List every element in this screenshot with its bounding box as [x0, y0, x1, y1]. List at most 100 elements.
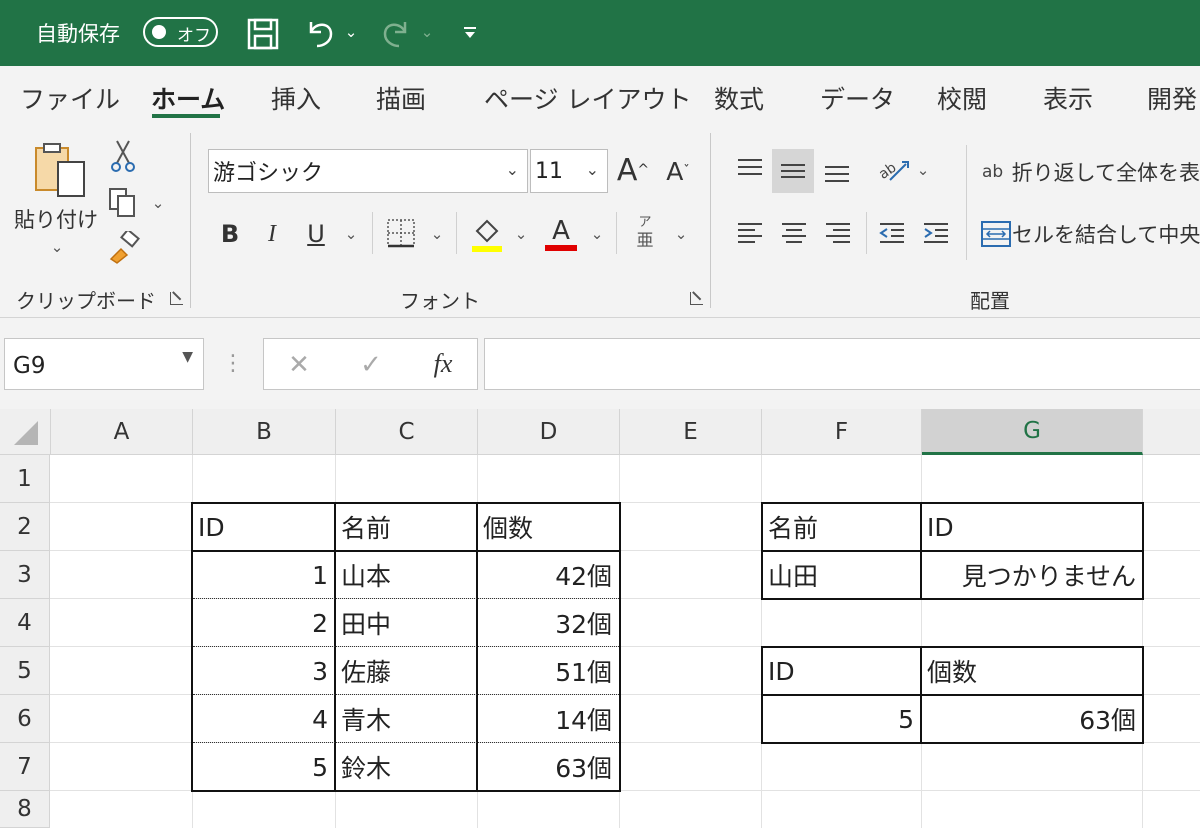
italic-button[interactable]: I	[256, 216, 288, 252]
row-header-6[interactable]: 6	[0, 695, 50, 743]
column-header-g[interactable]: G	[922, 409, 1143, 455]
row-header-7[interactable]: 7	[0, 743, 50, 791]
format-painter-icon[interactable]	[106, 230, 142, 266]
font-dialog-launcher-icon[interactable]	[690, 292, 703, 305]
lookup1-cell-result[interactable]: 見つかりません	[922, 552, 1142, 598]
align-right-icon[interactable]	[820, 214, 856, 252]
table1-cell-id[interactable]: 3	[193, 648, 334, 694]
tab-insert[interactable]: 挿入	[271, 80, 321, 116]
select-all-corner[interactable]	[0, 409, 51, 455]
row-header-3[interactable]: 3	[0, 551, 50, 599]
table1-cell-id[interactable]: 4	[193, 696, 334, 742]
chevron-down-icon[interactable]: ▼	[182, 349, 193, 365]
column-header-f[interactable]: F	[762, 409, 922, 455]
font-size-combo[interactable]: 11 ⌄	[530, 149, 608, 193]
table1-cell-count[interactable]: 42個	[478, 552, 618, 598]
phonetic-dropdown-icon[interactable]: ⌄	[672, 222, 690, 246]
table1-cell-count[interactable]: 63個	[478, 744, 618, 790]
enter-icon[interactable]: ✓	[354, 349, 388, 381]
tab-view[interactable]: 表示	[1043, 80, 1093, 116]
font-name-combo[interactable]: 游ゴシック ⌄	[208, 149, 528, 193]
column-header-e[interactable]: E	[620, 409, 762, 455]
align-center-icon[interactable]	[776, 214, 812, 252]
borders-icon[interactable]	[384, 216, 418, 250]
undo-icon[interactable]	[302, 14, 338, 52]
formula-input[interactable]	[484, 338, 1200, 390]
orientation-icon[interactable]: ab	[874, 150, 912, 190]
row-header-8[interactable]: 8	[0, 791, 50, 828]
lookup2-header-count[interactable]: 個数	[922, 648, 1142, 694]
borders-dropdown-icon[interactable]: ⌄	[428, 222, 446, 246]
name-box[interactable]: G9 ▼	[4, 338, 204, 390]
tab-home[interactable]: ホーム	[151, 80, 225, 116]
copy-icon[interactable]	[106, 185, 140, 221]
row-header-5[interactable]: 5	[0, 647, 50, 695]
column-header-a[interactable]: A	[51, 409, 193, 455]
save-icon[interactable]	[244, 15, 282, 53]
lookup2-header-id[interactable]: ID	[763, 648, 920, 694]
decrease-indent-icon[interactable]	[874, 214, 910, 252]
tab-draw[interactable]: 描画	[376, 80, 426, 116]
tab-page-layout[interactable]: ページ レイアウト	[484, 80, 691, 116]
lookup1-header-name[interactable]: 名前	[763, 504, 920, 550]
table1-cell-id[interactable]: 2	[193, 600, 334, 646]
undo-dropdown-icon[interactable]: ⌄	[342, 20, 360, 44]
orientation-dropdown-icon[interactable]: ⌄	[914, 158, 932, 182]
row-header-2[interactable]: 2	[0, 503, 50, 551]
table1-cell-count[interactable]: 32個	[478, 600, 618, 646]
increase-font-size-icon[interactable]: A ^	[614, 150, 652, 190]
align-left-icon[interactable]	[732, 214, 768, 252]
top-align-icon[interactable]	[732, 150, 768, 190]
paste-button-label[interactable]: 貼り付け	[12, 205, 100, 233]
customize-toolbar-icon[interactable]	[458, 18, 482, 48]
bold-button[interactable]: B	[214, 216, 246, 252]
table1-cell-count[interactable]: 14個	[478, 696, 618, 742]
table1-header-id[interactable]: ID	[193, 504, 334, 550]
table1-cell-name[interactable]: 青木	[336, 696, 476, 742]
clipboard-dialog-launcher-icon[interactable]	[170, 292, 183, 305]
tab-developer[interactable]: 開発	[1147, 80, 1197, 116]
fill-color-dropdown-icon[interactable]: ⌄	[512, 222, 530, 246]
table1-header-name[interactable]: 名前	[336, 504, 476, 550]
lookup2-cell-id[interactable]: 5	[763, 696, 920, 742]
decrease-font-size-icon[interactable]: Aˇ	[660, 152, 696, 190]
lookup2-cell-count[interactable]: 63個	[922, 696, 1142, 742]
underline-button[interactable]: U	[300, 216, 332, 252]
bottom-align-icon[interactable]	[818, 150, 856, 190]
table1-cell-id[interactable]: 1	[193, 552, 334, 598]
font-color-dropdown-icon[interactable]: ⌄	[588, 222, 606, 246]
lookup1-cell-name[interactable]: 山田	[763, 552, 920, 598]
table1-cell-name[interactable]: 山本	[336, 552, 476, 598]
row-header-4[interactable]: 4	[0, 599, 50, 647]
middle-align-icon[interactable]	[772, 149, 814, 193]
tab-formulas[interactable]: 数式	[714, 80, 764, 116]
table1-cell-count[interactable]: 51個	[478, 648, 618, 694]
paste-dropdown-icon[interactable]: ⌄	[48, 238, 66, 256]
column-header-c[interactable]: C	[336, 409, 478, 455]
cut-icon[interactable]	[108, 138, 138, 174]
column-header-b[interactable]: B	[193, 409, 336, 455]
table1-cell-name[interactable]: 佐藤	[336, 648, 476, 694]
insert-function-icon[interactable]: fx	[424, 347, 462, 381]
merge-center-button[interactable]: セルを結合して中央	[980, 214, 1200, 254]
copy-dropdown-icon[interactable]: ⌄	[150, 194, 166, 212]
fill-color-icon[interactable]	[468, 212, 506, 256]
lookup1-header-id[interactable]: ID	[922, 504, 1142, 550]
cancel-icon[interactable]: ✕	[282, 349, 316, 381]
tab-review[interactable]: 校閲	[937, 80, 987, 116]
table1-header-count[interactable]: 個数	[478, 504, 618, 550]
table1-cell-id[interactable]: 5	[193, 744, 334, 790]
paste-icon[interactable]	[30, 140, 90, 200]
phonetic-guide-icon[interactable]: ア 亜	[628, 212, 662, 254]
tab-file[interactable]: ファイル	[20, 80, 120, 116]
autosave-toggle[interactable]: オフ	[143, 17, 218, 47]
table1-cell-name[interactable]: 田中	[336, 600, 476, 646]
tab-data[interactable]: データ	[820, 80, 895, 116]
table1-cell-name[interactable]: 鈴木	[336, 744, 476, 790]
row-header-1[interactable]: 1	[0, 455, 50, 503]
increase-indent-icon[interactable]	[918, 214, 954, 252]
font-color-icon[interactable]: A	[542, 212, 580, 256]
column-header-h[interactable]	[1143, 409, 1200, 455]
wrap-text-button[interactable]: ab 折り返して全体を表	[982, 152, 1200, 192]
formula-bar-grip-icon[interactable]: ⋮	[222, 350, 244, 376]
